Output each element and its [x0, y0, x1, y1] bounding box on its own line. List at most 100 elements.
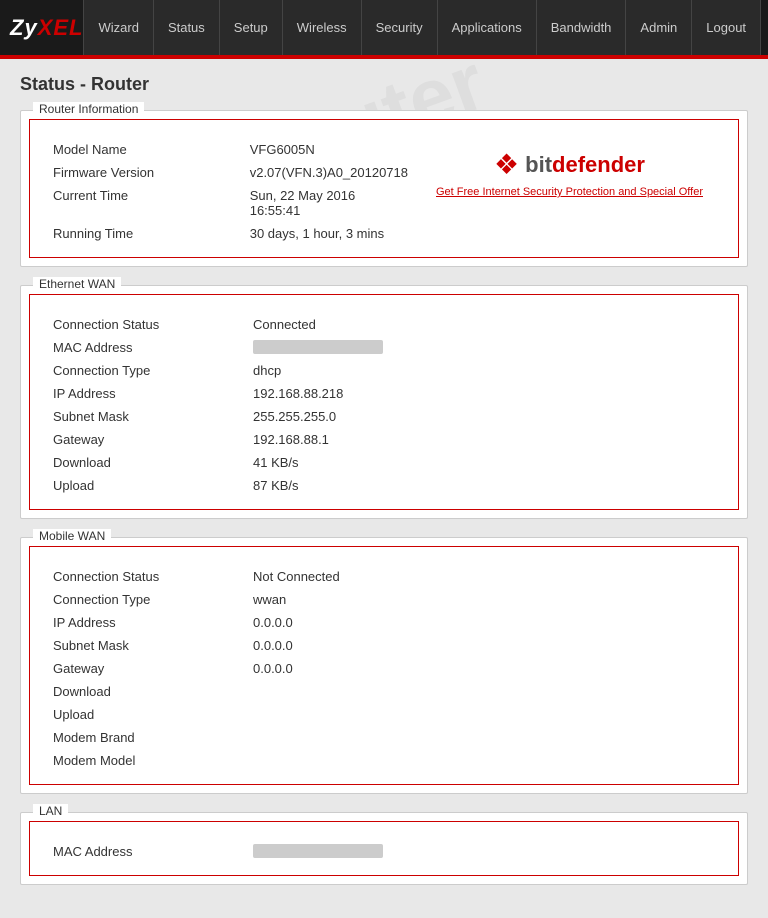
row-value: 87 KB/s — [245, 474, 723, 497]
row-label: IP Address — [45, 611, 245, 634]
table-row: IP Address0.0.0.0 — [45, 611, 723, 634]
table-row: Modem Brand — [45, 726, 723, 749]
row-value: 41 KB/s — [245, 451, 723, 474]
row-value: 0.0.0.0 — [245, 657, 723, 680]
masked-value — [253, 844, 383, 858]
nav-item-wireless[interactable]: Wireless — [283, 0, 362, 55]
row-value: 0.0.0.0 — [245, 634, 723, 657]
router-info-section: Router Information Model NameVFG6005NFir… — [20, 110, 748, 267]
row-value: 192.168.88.1 — [245, 428, 723, 451]
row-value: 192.168.88.218 — [245, 382, 723, 405]
table-row: Gateway192.168.88.1 — [45, 428, 723, 451]
row-label: Firmware Version — [45, 161, 242, 184]
mobile-wan-legend: Mobile WAN — [33, 529, 111, 543]
row-value — [245, 336, 723, 359]
table-row: Current TimeSun, 22 May 2016 16:55:41 — [45, 184, 416, 222]
row-label: Modem Model — [45, 749, 245, 772]
table-row: Upload — [45, 703, 723, 726]
logo: ZyXEL — [10, 15, 83, 41]
row-label: Connection Status — [45, 313, 245, 336]
ethernet-wan-inner: Connection StatusConnectedMAC Address Co… — [29, 294, 739, 510]
nav-item-setup[interactable]: Setup — [220, 0, 283, 55]
nav-item-bandwidth[interactable]: Bandwidth — [537, 0, 627, 55]
lan-legend: LAN — [33, 804, 68, 818]
row-value: dhcp — [245, 359, 723, 382]
row-value: 255.255.255.0 — [245, 405, 723, 428]
nav-item-admin[interactable]: Admin — [626, 0, 692, 55]
row-label: IP Address — [45, 382, 245, 405]
bitdefender-ad: ❖ bitdefender Get Free Internet Security… — [416, 138, 723, 208]
row-label: Upload — [45, 703, 245, 726]
table-row: MAC Address — [45, 840, 723, 863]
page-title: Status - Router — [20, 74, 748, 95]
row-value: Not Connected — [245, 565, 723, 588]
table-row: MAC Address — [45, 336, 723, 359]
row-value: VFG6005N — [242, 138, 416, 161]
table-row: Connection StatusConnected — [45, 313, 723, 336]
nav-item-status[interactable]: Status — [154, 0, 220, 55]
router-info-layout: Model NameVFG6005NFirmware Versionv2.07(… — [45, 138, 723, 245]
table-row: Download — [45, 680, 723, 703]
header: ZyXEL WizardStatusSetupWirelessSecurityA… — [0, 0, 768, 55]
row-label: Gateway — [45, 657, 245, 680]
row-label: Upload — [45, 474, 245, 497]
bitdefender-link[interactable]: Get Free Internet Security Protection an… — [436, 186, 703, 198]
row-value: Sun, 22 May 2016 16:55:41 — [242, 184, 416, 222]
table-row: Upload87 KB/s — [45, 474, 723, 497]
row-label: Gateway — [45, 428, 245, 451]
bitdefender-logo: ❖ bitdefender — [494, 148, 645, 181]
row-label: Running Time — [45, 222, 242, 245]
row-value — [245, 703, 723, 726]
row-label: MAC Address — [45, 840, 245, 863]
row-value — [245, 840, 723, 863]
row-label: MAC Address — [45, 336, 245, 359]
table-row: Connection StatusNot Connected — [45, 565, 723, 588]
table-row: Connection Typewwan — [45, 588, 723, 611]
row-label: Subnet Mask — [45, 405, 245, 428]
ethernet-wan-section: Ethernet WAN Connection StatusConnectedM… — [20, 285, 748, 519]
lan-section: LAN MAC Address — [20, 812, 748, 885]
nav-item-applications[interactable]: Applications — [438, 0, 537, 55]
ethernet-wan-table: Connection StatusConnectedMAC Address Co… — [45, 313, 723, 497]
table-row: Subnet Mask255.255.255.0 — [45, 405, 723, 428]
router-info-left: Model NameVFG6005NFirmware Versionv2.07(… — [45, 138, 416, 245]
router-info-inner: Model NameVFG6005NFirmware Versionv2.07(… — [29, 119, 739, 258]
row-label: Connection Status — [45, 565, 245, 588]
mobile-wan-inner: Connection StatusNot ConnectedConnection… — [29, 546, 739, 785]
defender-text: defender — [552, 152, 645, 177]
lan-inner: MAC Address — [29, 821, 739, 876]
row-label: Download — [45, 680, 245, 703]
row-value — [245, 726, 723, 749]
row-label: Current Time — [45, 184, 242, 222]
bitdefender-shield-icon: ❖ — [494, 148, 519, 181]
row-label: Download — [45, 451, 245, 474]
main-content: setuprouter Status - Router Router Infor… — [0, 59, 768, 918]
nav-item-security[interactable]: Security — [362, 0, 438, 55]
row-value: v2.07(VFN.3)A0_20120718 — [242, 161, 416, 184]
table-row: Download41 KB/s — [45, 451, 723, 474]
nav-item-wizard[interactable]: Wizard — [83, 0, 153, 55]
nav: WizardStatusSetupWirelessSecurityApplica… — [83, 0, 761, 55]
router-info-table: Model NameVFG6005NFirmware Versionv2.07(… — [45, 138, 416, 245]
row-value: wwan — [245, 588, 723, 611]
table-row: Gateway0.0.0.0 — [45, 657, 723, 680]
row-label: Connection Type — [45, 588, 245, 611]
row-value: 30 days, 1 hour, 3 mins — [242, 222, 416, 245]
bitdefender-text: bitdefender — [525, 152, 645, 178]
nav-item-logout[interactable]: Logout — [692, 0, 761, 55]
table-row: Model NameVFG6005N — [45, 138, 416, 161]
row-value: Connected — [245, 313, 723, 336]
router-info-legend: Router Information — [33, 102, 144, 116]
row-value — [245, 680, 723, 703]
mobile-wan-table: Connection StatusNot ConnectedConnection… — [45, 565, 723, 772]
row-label: Modem Brand — [45, 726, 245, 749]
mobile-wan-section: Mobile WAN Connection StatusNot Connecte… — [20, 537, 748, 794]
table-row: IP Address192.168.88.218 — [45, 382, 723, 405]
ethernet-wan-legend: Ethernet WAN — [33, 277, 121, 291]
table-row: Modem Model — [45, 749, 723, 772]
row-label: Model Name — [45, 138, 242, 161]
table-row: Running Time30 days, 1 hour, 3 mins — [45, 222, 416, 245]
table-row: Subnet Mask0.0.0.0 — [45, 634, 723, 657]
row-label: Subnet Mask — [45, 634, 245, 657]
table-row: Connection Typedhcp — [45, 359, 723, 382]
